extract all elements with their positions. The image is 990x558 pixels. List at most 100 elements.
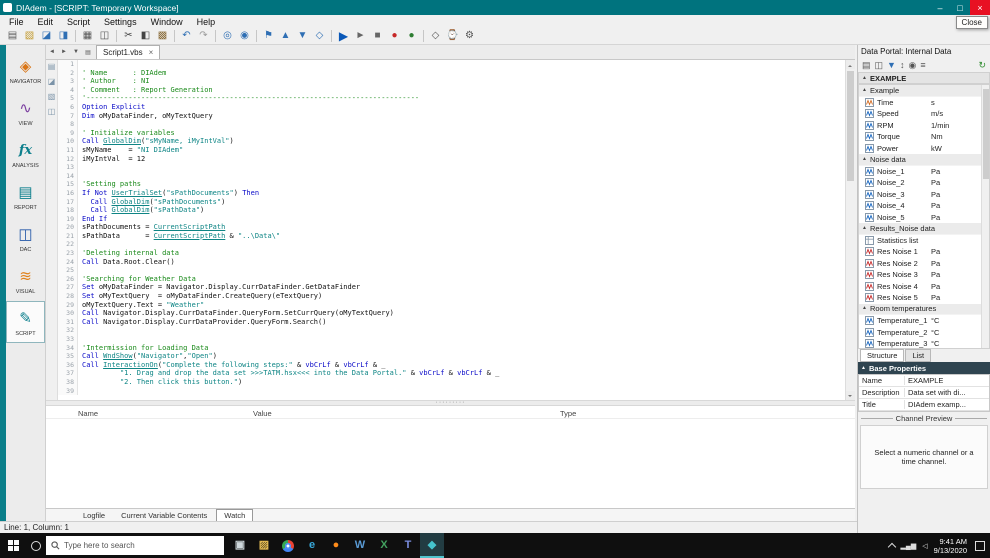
editor-vertical-scrollbar[interactable] [845,60,855,400]
channel-group-example[interactable]: ▲ Example [859,85,981,97]
portal-browse-button[interactable]: ◫ [875,60,884,70]
taskbar-clock[interactable]: 9:41 AM 9/13/2020 [934,537,967,555]
start-button[interactable] [0,533,26,558]
taskbar-edge-button[interactable]: e [300,533,324,558]
sidebar-item-analysis[interactable]: fx ANALYSIS [6,133,45,175]
print-button[interactable]: ▦ [79,29,96,44]
portal-data-store-button[interactable]: ▤ [862,60,871,70]
run-script-button[interactable]: ▶ [335,29,352,44]
code-editor[interactable]: 1 2 ' Name : DIAdem 3 ' Author : NI 4 ' Commen… [58,60,855,400]
channel-noise-1[interactable]: Noise_1 Pa [859,166,981,178]
property-value[interactable]: DIAdem examp... [905,400,966,409]
base-properties-header[interactable]: ▲ Base Properties [858,362,990,374]
portal-pin-button[interactable]: ◉ [908,60,916,70]
channel-res-noise-4[interactable]: Res Noise 4 Pa [859,281,981,293]
taskbar-file-explorer-button[interactable]: ▨ [252,533,276,558]
new-tab-button[interactable]: ▤ [82,46,94,58]
channel-temperature-1[interactable]: Temperature_1 °C [859,315,981,327]
sidebar-item-view[interactable]: ∿ VIEW [6,91,45,133]
clear-bookmarks-button[interactable]: ◇ [311,29,328,44]
portal-scrollbar[interactable] [981,85,989,348]
sidebar-item-visual[interactable]: ≋ VISUAL [6,259,45,301]
redo-button[interactable]: ↷ [195,29,212,44]
portal-sort-button[interactable]: ↕ [900,60,905,70]
channel-noise-4[interactable]: Noise_4 Pa [859,200,981,212]
new-script-button[interactable]: ▤ [4,29,21,44]
minimize-button[interactable]: – [930,0,950,15]
channel-res-noise-2[interactable]: Res Noise 2 Pa [859,258,981,270]
next-bookmark-button[interactable]: ▼ [294,29,311,44]
menu-help-button[interactable]: Help [190,15,223,28]
breakpoint-button[interactable]: ● [386,29,403,44]
maximize-button[interactable]: □ [950,0,970,15]
tab-scroll-right-button[interactable]: ► [58,46,70,58]
action-center-icon[interactable] [975,540,985,551]
tray-network-icon[interactable]: ▂▄▆ [901,542,917,550]
channel-noise-3[interactable]: Noise_3 Pa [859,189,981,201]
step-button[interactable]: ► [352,29,369,44]
cortana-button[interactable] [26,533,46,558]
channel-rpm[interactable]: RPM 1/min [859,120,981,132]
menu-window-button[interactable]: Window [144,15,190,28]
channel-noise-2[interactable]: Noise_2 Pa [859,177,981,189]
portal-filter-button[interactable]: ▼ [887,60,896,70]
menu-settings-button[interactable]: Settings [97,15,144,28]
taskbar-task-view-button[interactable]: ▣ [228,533,252,558]
sidebar-item-dac[interactable]: ◫ DAC [6,217,45,259]
taskbar-chrome-button[interactable] [276,533,300,558]
rail-breakpoint-icon[interactable]: ◪ [48,78,56,86]
scrollbar-thumb[interactable] [983,89,989,179]
channel-temperature-2[interactable]: Temperature_2 °C [859,327,981,339]
taskbar-word-button[interactable]: W [348,533,372,558]
taskbar-diadem-button[interactable]: ◆ [420,533,444,558]
sidebar-item-report[interactable]: ▤ REPORT [6,175,45,217]
menu-file-button[interactable]: File [2,15,31,28]
portal-root-node[interactable]: ▲ EXAMPLE [858,72,990,84]
rail-info-icon[interactable]: ◫ [48,108,56,116]
channel-group-room-temperatures[interactable]: ▲ Room temperatures [859,303,981,315]
channel-torque[interactable]: Torque Nm [859,131,981,143]
tab-list-button[interactable]: ▼ [70,46,82,58]
scroll-up-icon[interactable] [846,60,855,69]
save-script-button[interactable]: ◪ [38,29,55,44]
tab-watch[interactable]: Watch [216,508,254,522]
tab-scroll-left-button[interactable]: ◄ [46,46,58,58]
channel-speed[interactable]: Speed m/s [859,108,981,120]
menu-script-button[interactable]: Script [60,15,97,28]
taskbar-firefox-button[interactable]: ● [324,533,348,558]
tab-list[interactable]: List [905,349,932,362]
paste-button[interactable]: ▩ [154,29,171,44]
rail-bookmark-icon[interactable]: ▤ [48,63,56,71]
channel-statistics-list[interactable]: Statistics list [859,235,981,247]
tab-structure[interactable]: Structure [860,349,905,362]
bookmark-button[interactable]: ⚑ [260,29,277,44]
copy-button[interactable]: ◧ [137,29,154,44]
print-preview-button[interactable]: ◫ [96,29,113,44]
enable-events-button[interactable]: ● [403,29,420,44]
tab-logfile[interactable]: Logfile [76,510,112,521]
channel-time[interactable]: Time s [859,97,981,109]
cut-button[interactable]: ✂ [120,29,137,44]
tab-current-variable-contents[interactable]: Current Variable Contents [114,510,214,521]
channel-noise-5[interactable]: Noise_5 Pa [859,212,981,224]
channel-group-results-noise-data[interactable]: ▲ Results_Noise data [859,223,981,235]
channel-temperature-3[interactable]: Temperature_3 °C [859,338,981,348]
channel-res-noise-3[interactable]: Res Noise 3 Pa [859,269,981,281]
menu-edit-button[interactable]: Edit [31,15,61,28]
taskbar-excel-button[interactable]: X [372,533,396,558]
replace-button[interactable]: ◉ [236,29,253,44]
find-button[interactable]: ◎ [219,29,236,44]
tray-expand-icon[interactable] [887,542,896,552]
tab-close-icon[interactable]: × [149,48,154,57]
options-button[interactable]: ⚙ [461,29,478,44]
taskbar-teams-button[interactable]: T [396,533,420,558]
timer-button[interactable]: ⌚ [444,29,461,44]
save-all-button[interactable]: ◨ [55,29,72,44]
property-value[interactable]: EXAMPLE [905,376,943,385]
taskbar-search-box[interactable]: Type here to search [46,536,224,555]
sidebar-item-script[interactable]: ✎ SCRIPT [6,301,45,343]
portal-refresh-button[interactable]: ↻ [978,60,986,70]
editor-tab-script1[interactable]: Script1.vbs × [96,45,161,59]
watch-window-button[interactable]: ◇ [427,29,444,44]
channel-res-noise-5[interactable]: Res Noise 5 Pa [859,292,981,304]
